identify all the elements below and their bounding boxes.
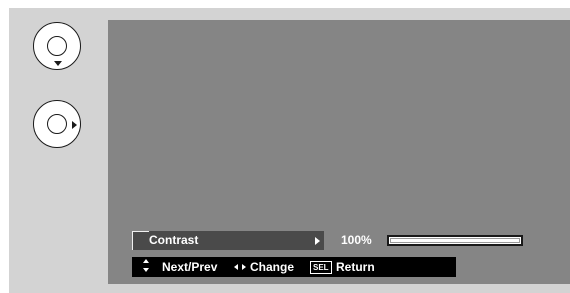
up-down-arrows-icon bbox=[143, 259, 151, 274]
help-change: Change bbox=[250, 260, 295, 274]
right-arrow-icon bbox=[72, 121, 77, 129]
menu-item-label: Contrast bbox=[149, 233, 199, 247]
contrast-level-fill bbox=[390, 238, 520, 243]
help-next-prev: Next/Prev bbox=[162, 260, 218, 274]
ring-icon bbox=[47, 36, 67, 56]
ring-icon bbox=[47, 114, 67, 134]
down-button[interactable] bbox=[33, 22, 81, 70]
menu-item-contrast[interactable]: Contrast bbox=[132, 231, 324, 250]
contrast-level-bar[interactable] bbox=[387, 235, 523, 246]
left-right-arrows-icon bbox=[234, 264, 246, 271]
contrast-value: 100% bbox=[341, 233, 372, 247]
sel-key-icon: SEL bbox=[310, 261, 332, 274]
selection-bracket bbox=[132, 231, 149, 250]
right-button[interactable] bbox=[33, 100, 81, 148]
help-return: Return bbox=[336, 260, 375, 274]
help-bar: Next/Prev Change SEL Return bbox=[132, 257, 456, 277]
down-arrow-icon bbox=[54, 61, 62, 66]
submenu-arrow-icon bbox=[315, 237, 320, 245]
